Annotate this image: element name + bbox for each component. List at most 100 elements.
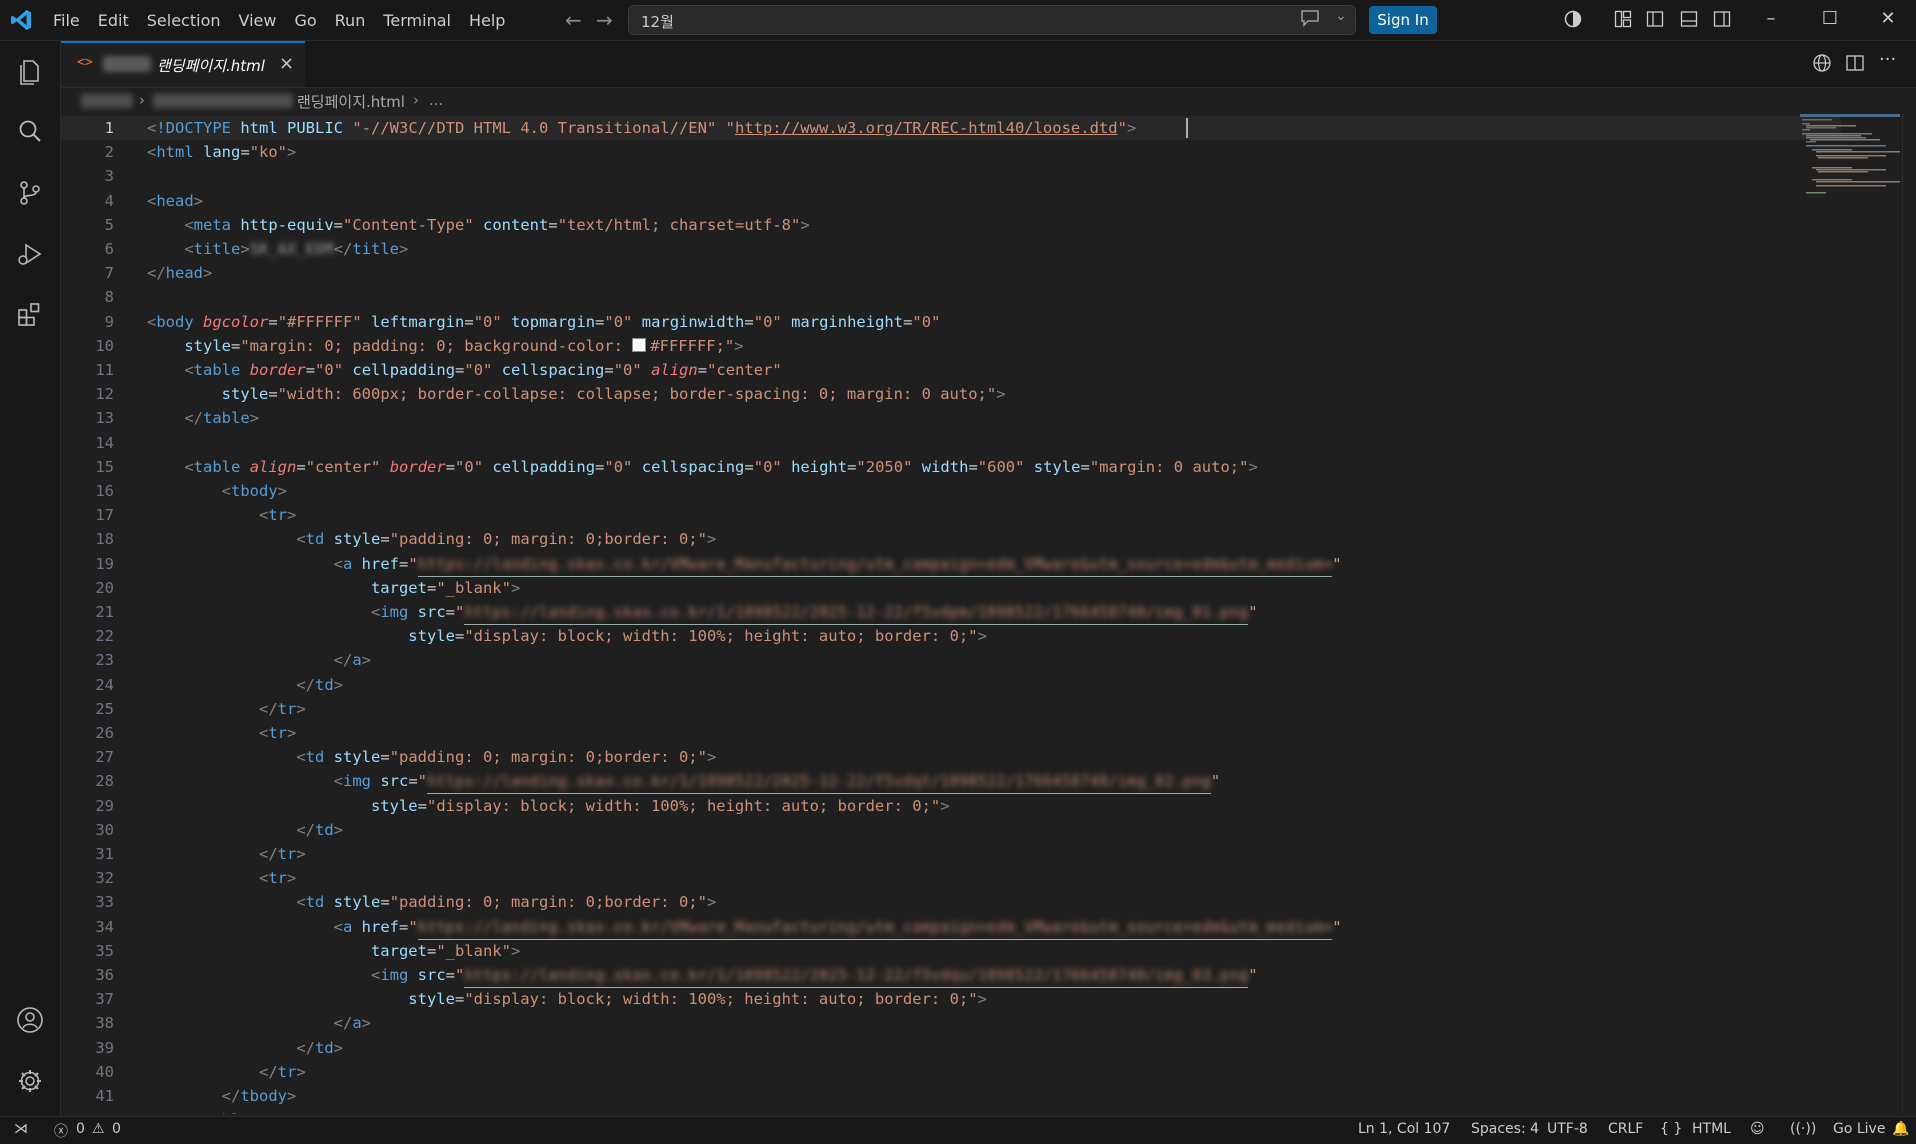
breadcrumb-file[interactable]: 랜딩페이지.html [297, 91, 405, 112]
code-editor[interactable]: 1 <!DOCTYPE html PUBLIC "-//W3C//DTD HTML… [61, 114, 1841, 1114]
menu-terminal[interactable]: Terminal [374, 11, 460, 30]
minimap[interactable] [1800, 114, 1900, 204]
menu-view[interactable]: View [230, 11, 286, 30]
settings-gear-icon[interactable] [15, 1066, 45, 1096]
breadcrumb-more[interactable]: ... [429, 91, 443, 109]
remote-indicator-icon[interactable]: ⋊ [14, 1121, 28, 1137]
code-line[interactable]: 15 <table align="center" border="0" cell… [61, 455, 1841, 479]
menu-go[interactable]: Go [285, 11, 325, 30]
code-line[interactable]: 19 <a href="https://landing.skax.co.kr/V… [61, 552, 1841, 577]
notifications-bell-icon[interactable]: 🔔 [1892, 1121, 1909, 1137]
language-mode[interactable]: HTML [1692, 1121, 1731, 1137]
code-line[interactable]: 32 <tr> [61, 866, 1841, 890]
more-actions-icon[interactable]: ··· [1879, 49, 1899, 70]
code-line[interactable]: 3 [61, 164, 1841, 188]
code-text: style="display: block; width: 100%; heig… [370, 796, 950, 815]
code-text: <td style="padding: 0; margin: 0;border:… [296, 530, 717, 549]
code-line[interactable]: 38 </a> [61, 1011, 1841, 1035]
code-line[interactable]: 27 <td style="padding: 0; margin: 0;bord… [61, 745, 1841, 769]
chat-icon[interactable] [1300, 9, 1320, 27]
close-window-icon[interactable]: ✕ [1878, 8, 1898, 29]
code-line[interactable]: 20 target="_blank"> [61, 576, 1841, 600]
menu-edit[interactable]: Edit [89, 11, 138, 30]
code-line[interactable]: 13 </table> [61, 406, 1841, 430]
code-line[interactable]: 11 <table border="0" cellpadding="0" cel… [61, 358, 1841, 382]
code-line[interactable]: 41 </tbody> [61, 1084, 1841, 1108]
code-line[interactable]: 16 <tbody> [61, 479, 1841, 503]
copilot-status-icon[interactable]: ☺ [1750, 1121, 1765, 1137]
code-line[interactable]: 40 </tr> [61, 1060, 1841, 1084]
warning-icon[interactable]: ⚠ [92, 1121, 105, 1137]
code-line[interactable]: 9 <body bgcolor="#FFFFFF" leftmargin="0" … [61, 310, 1841, 334]
code-line[interactable]: 25 </tr> [61, 697, 1841, 721]
code-line[interactable]: 22 style="display: block; width: 100%; h… [61, 624, 1841, 648]
code-line[interactable]: 42 </table> [61, 1108, 1841, 1114]
copilot-icon[interactable] [1564, 10, 1582, 28]
chevron-down-icon[interactable]: ⌄ [1335, 8, 1347, 24]
code-line[interactable]: 31 </tr> [61, 842, 1841, 866]
indentation[interactable]: Spaces: 4 [1471, 1121, 1539, 1137]
line-number: 4 [104, 191, 114, 210]
activity-bar [0, 41, 61, 1116]
code-line[interactable]: 28 <img src="https://landing.skax.co.kr/… [61, 769, 1841, 795]
file-encoding[interactable]: UTF-8 [1547, 1121, 1588, 1137]
code-line[interactable]: 4 <head> [61, 189, 1841, 213]
code-line[interactable]: 7 </head> [61, 261, 1841, 285]
command-center-search[interactable]: 12월 [628, 5, 1356, 35]
code-line[interactable]: 30 </td> [61, 818, 1841, 842]
breadcrumb-folder-redacted[interactable] [81, 94, 133, 108]
toggle-primary-sidebar-icon[interactable] [1646, 10, 1664, 28]
accounts-icon[interactable] [15, 1005, 45, 1035]
code-line[interactable]: 34 <a href="https://landing.skax.co.kr/V… [61, 915, 1841, 940]
code-line[interactable]: 39 </td> [61, 1036, 1841, 1060]
minimize-icon[interactable]: – [1761, 8, 1781, 29]
code-line[interactable]: 33 <td style="padding: 0; margin: 0;bord… [61, 890, 1841, 914]
tab-landing-page[interactable]: <> 랜딩페이지.html × [61, 41, 305, 87]
code-line[interactable]: 29 style="display: block; width: 100%; h… [61, 794, 1841, 818]
maximize-icon[interactable]: ☐ [1820, 8, 1840, 29]
code-line[interactable]: 21 <img src="https://landing.skax.co.kr/… [61, 600, 1841, 625]
back-arrow-icon[interactable]: ← [565, 8, 582, 32]
search-icon[interactable] [15, 117, 45, 147]
line-number: 36 [95, 966, 114, 984]
code-line[interactable]: 36 <img src="https://landing.skax.co.kr/… [61, 963, 1841, 988]
code-line[interactable]: 2 <html lang="ko"> [61, 140, 1841, 164]
customize-layout-icon[interactable] [1614, 10, 1632, 28]
code-line[interactable]: 37 style="display: block; width: 100%; h… [61, 987, 1841, 1011]
source-control-icon[interactable] [15, 178, 45, 208]
code-line[interactable]: 14 [61, 431, 1841, 455]
code-line[interactable]: 1 <!DOCTYPE html PUBLIC "-//W3C//DTD HTML… [61, 116, 1841, 140]
toggle-panel-icon[interactable] [1680, 10, 1698, 28]
menu-help[interactable]: Help [460, 11, 514, 30]
go-live-button[interactable]: Go Live [1833, 1121, 1885, 1137]
code-line[interactable]: 5 <meta http-equiv="Content-Type" conten… [61, 213, 1841, 237]
run-debug-icon[interactable] [15, 239, 45, 269]
sign-in-button[interactable]: Sign In [1369, 6, 1437, 34]
code-line[interactable]: 8 [61, 285, 1841, 309]
code-line[interactable]: 23 </a> [61, 648, 1841, 672]
toggle-secondary-sidebar-icon[interactable] [1713, 10, 1731, 28]
split-editor-icon[interactable] [1845, 53, 1865, 73]
code-line[interactable]: 17 <tr> [61, 503, 1841, 527]
code-line[interactable]: 6 <title>SK_AX_EDM</title> [61, 237, 1841, 261]
code-line[interactable]: 18 <td style="padding: 0; margin: 0;bord… [61, 527, 1841, 551]
code-line[interactable]: 24 </td> [61, 673, 1841, 697]
line-number: 1 [104, 119, 114, 137]
forward-arrow-icon[interactable]: → [596, 8, 613, 32]
extensions-icon[interactable] [15, 299, 45, 329]
open-preview-globe-icon[interactable] [1812, 53, 1832, 73]
code-line[interactable]: 12 style="width: 600px; border-collapse:… [61, 382, 1841, 406]
code-text: target="_blank"> [370, 578, 521, 597]
vertical-scrollbar[interactable] [1902, 114, 1916, 1114]
menu-file[interactable]: File [44, 11, 89, 30]
code-line[interactable]: 26 <tr> [61, 721, 1841, 745]
menu-selection[interactable]: Selection [138, 11, 230, 30]
close-tab-icon[interactable]: × [279, 53, 294, 74]
explorer-icon[interactable] [15, 56, 45, 86]
code-line[interactable]: 35 target="_blank"> [61, 939, 1841, 963]
cursor-position[interactable]: Ln 1, Col 107 [1358, 1121, 1450, 1137]
error-icon[interactable]: ⓧ [54, 1121, 68, 1141]
code-line[interactable]: 10 style="margin: 0; padding: 0; backgro… [61, 334, 1841, 358]
end-of-line[interactable]: CRLF [1608, 1121, 1643, 1137]
menu-run[interactable]: Run [326, 11, 375, 30]
